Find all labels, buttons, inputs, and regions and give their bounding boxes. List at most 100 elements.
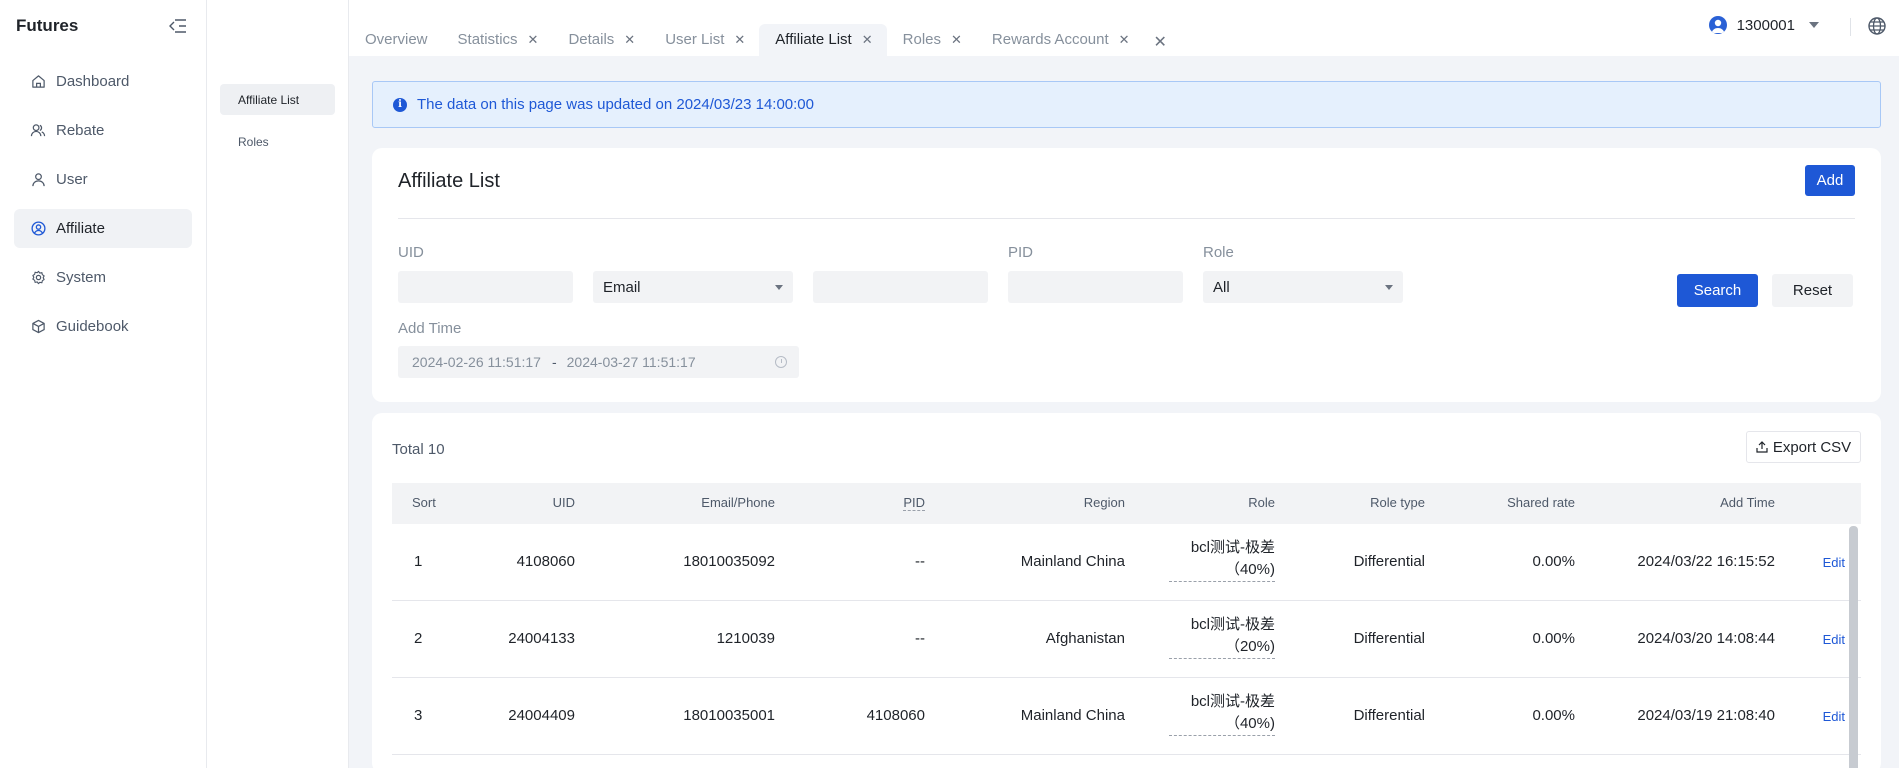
user-id: 1300001: [1736, 16, 1795, 34]
total-count: Total 10: [392, 441, 445, 458]
subnav-item-roles[interactable]: Roles: [220, 126, 335, 157]
cell-uid: 24004409: [508, 707, 575, 724]
tab-statistics[interactable]: Statistics ✕: [442, 24, 553, 56]
close-icon[interactable]: ✕: [951, 32, 962, 48]
pid-input[interactable]: [1008, 271, 1183, 303]
brand-row: Futures: [0, 0, 206, 52]
user-icon: [30, 172, 46, 188]
close-icon[interactable]: ✕: [734, 32, 745, 48]
tab-user-list[interactable]: User List ✕: [649, 24, 759, 56]
cell-sort: 2: [414, 630, 423, 647]
header-shared-rate: Shared rate: [1507, 495, 1575, 510]
tab-overview[interactable]: Overview: [349, 24, 442, 56]
header-pid[interactable]: PID: [903, 495, 925, 511]
table-header: Sort UID Email/Phone PID Region Role Rol…: [392, 483, 1861, 524]
role-select[interactable]: All: [1203, 271, 1403, 303]
contact-type-select[interactable]: Email: [593, 271, 793, 303]
tab-details[interactable]: Details ✕: [552, 24, 649, 56]
cell-region: Afghanistan: [1045, 630, 1125, 647]
sidebar-nav: Dashboard Rebate User Affiliate System G…: [0, 52, 206, 346]
header-uid: UID: [552, 495, 575, 510]
header-email: Email/Phone: [701, 495, 775, 510]
contact-type-value: Email: [603, 278, 641, 296]
tab-affiliate-list[interactable]: Affiliate List ✕: [759, 24, 887, 56]
sidebar-item-label: User: [56, 171, 88, 188]
sidebar-item-dashboard[interactable]: Dashboard: [14, 62, 192, 101]
filter-card: Affiliate List Add UID Email PID Role Al…: [372, 148, 1881, 402]
cell-role[interactable]: bcl测试-极差（20%): [1169, 614, 1275, 659]
sidebar-item-guidebook[interactable]: Guidebook: [14, 307, 192, 346]
collapse-sidebar-icon[interactable]: [168, 16, 188, 36]
cell-email: 18010035092: [683, 553, 775, 570]
sub-navigation: Affiliate List Roles: [207, 0, 349, 768]
sidebar-item-system[interactable]: System: [14, 258, 192, 297]
chevron-down-icon: [1385, 285, 1393, 290]
tab-label: User List: [665, 31, 725, 48]
sidebar-item-label: Guidebook: [56, 318, 129, 335]
range-start: 2024-02-26 11:51:17: [412, 354, 541, 370]
role-select-value: All: [1213, 278, 1230, 296]
cell-shared-rate: 0.00%: [1532, 553, 1575, 570]
cell-pid: 4108060: [866, 707, 925, 724]
add-button[interactable]: Add: [1805, 165, 1855, 196]
search-button[interactable]: Search: [1677, 274, 1758, 307]
header-sort[interactable]: Sort: [412, 495, 436, 510]
add-time-label: Add Time: [398, 320, 462, 337]
uid-input[interactable]: [398, 271, 573, 303]
cell-role-type: Differential: [1353, 707, 1425, 724]
sidebar-item-affiliate[interactable]: Affiliate: [14, 209, 192, 248]
close-all-tabs-icon[interactable]: ✕: [1154, 32, 1167, 52]
export-label: Export CSV: [1772, 438, 1852, 456]
globe-icon[interactable]: [1867, 16, 1887, 36]
brand-title: Futures: [16, 16, 79, 35]
user-menu[interactable]: 1300001: [1708, 16, 1819, 34]
export-csv-button[interactable]: Export CSV: [1746, 431, 1861, 463]
user-circle-icon: [30, 221, 46, 237]
card-divider: [398, 218, 1855, 219]
cell-pid: --: [915, 630, 925, 647]
cell-uid: 4108060: [516, 553, 575, 570]
table-card: Total 10 Export CSV Sort UID Email/Phone…: [372, 413, 1881, 768]
table-scrollbar[interactable]: [1849, 526, 1858, 768]
subnav-item-affiliate-list[interactable]: Affiliate List: [220, 84, 335, 115]
sidebar-item-rebate[interactable]: Rebate: [14, 111, 192, 150]
edit-link[interactable]: Edit: [1823, 555, 1845, 570]
tab-label: Overview: [365, 31, 428, 48]
cell-uid: 24004133: [508, 630, 575, 647]
pid-label: PID: [1008, 244, 1034, 261]
contact-value-input[interactable]: [813, 271, 988, 303]
cell-role[interactable]: bcl测试-极差（40%): [1169, 537, 1275, 582]
table-row: 2 24004133 1210039 -- Afghanistan bcl测试-…: [392, 601, 1861, 678]
edit-link[interactable]: Edit: [1823, 632, 1845, 647]
header-divider: [1850, 18, 1851, 36]
header-role-type: Role type: [1370, 495, 1425, 510]
close-icon[interactable]: ✕: [1119, 32, 1130, 48]
header-role: Role: [1248, 495, 1275, 510]
close-icon[interactable]: ✕: [528, 32, 539, 48]
cell-email: 1210039: [716, 630, 775, 647]
cell-add-time: 2024/03/19 21:08:40: [1637, 707, 1775, 724]
subnav-spacer: [207, 0, 348, 84]
gear-icon: [30, 270, 46, 286]
page-title: Affiliate List: [398, 170, 500, 192]
uid-label: UID: [398, 244, 424, 261]
cell-pid: --: [915, 553, 925, 570]
tabs-bar: Overview Statistics ✕ Details ✕ User Lis…: [349, 24, 1167, 56]
clock-icon: [775, 356, 787, 368]
sidebar-item-user[interactable]: User: [14, 160, 192, 199]
edit-link[interactable]: Edit: [1823, 709, 1845, 724]
cell-role[interactable]: bcl测试-极差（40%): [1169, 691, 1275, 736]
tab-rewards-account[interactable]: Rewards Account ✕: [976, 24, 1144, 56]
reset-button[interactable]: Reset: [1772, 274, 1853, 307]
chevron-down-icon: [1809, 22, 1819, 28]
tab-label: Affiliate List: [775, 31, 852, 48]
close-icon[interactable]: ✕: [624, 32, 635, 48]
close-icon[interactable]: ✕: [862, 32, 873, 48]
cell-shared-rate: 0.00%: [1532, 630, 1575, 647]
tab-roles[interactable]: Roles ✕: [887, 24, 976, 56]
table-row: 1 4108060 18010035092 -- Mainland China …: [392, 524, 1861, 601]
range-end: 2024-03-27 11:51:17: [566, 354, 696, 370]
sidebar-item-label: Dashboard: [56, 73, 130, 90]
header-add-time: Add Time: [1720, 495, 1775, 510]
add-time-range-picker[interactable]: 2024-02-26 11:51:17 - 2024-03-27 11:51:1…: [398, 346, 799, 378]
